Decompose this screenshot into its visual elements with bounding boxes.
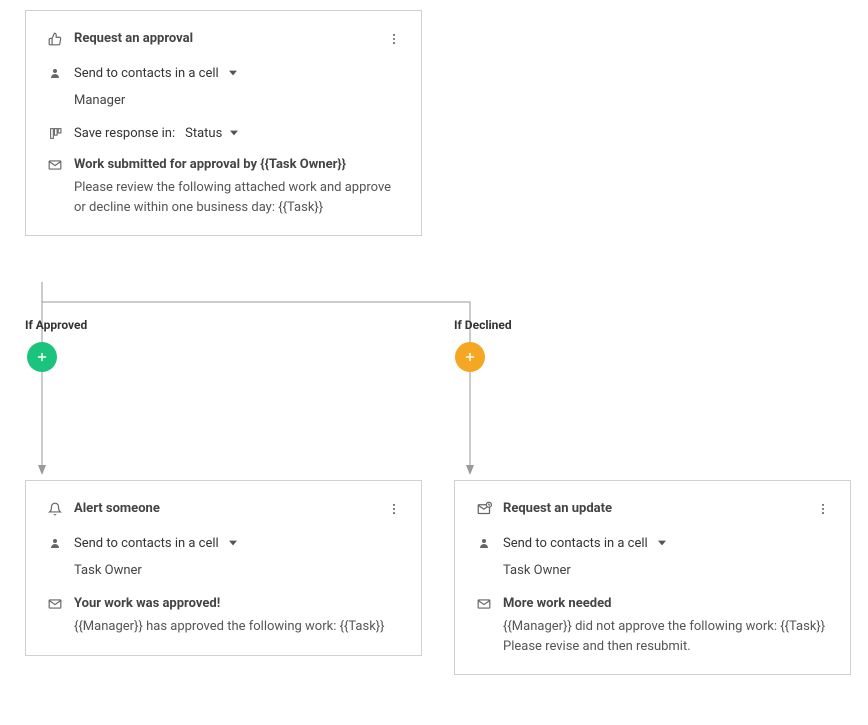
update-message-subject: More work needed	[503, 596, 830, 611]
alert-send-target: Task Owner	[74, 563, 401, 578]
add-declined-step-button[interactable]	[455, 342, 485, 372]
update-send-target: Task Owner	[503, 563, 830, 578]
update-card-title: Request an update	[503, 501, 816, 516]
alert-send-to-picker[interactable]: Send to contacts in a cell	[74, 536, 237, 551]
person-icon	[46, 66, 64, 79]
branch-declined-label: If Declined	[454, 318, 512, 332]
update-send-to-picker[interactable]: Send to contacts in a cell	[503, 536, 666, 551]
approval-send-to-picker[interactable]: Send to contacts in a cell	[74, 66, 237, 81]
branch-approved-label: If Approved	[25, 318, 87, 332]
workflow-canvas: Request an approval Send to contacts in …	[0, 0, 868, 725]
approval-card-title: Request an approval	[74, 31, 387, 46]
alert-message-subject: Your work was approved!	[74, 596, 401, 611]
update-card[interactable]: Request an update Send to contacts in a …	[454, 480, 851, 675]
bell-icon	[46, 502, 64, 516]
update-request-icon	[475, 501, 493, 516]
alert-card[interactable]: Alert someone Send to contacts in a cell…	[25, 480, 422, 656]
update-more-button[interactable]	[816, 502, 830, 516]
column-icon	[46, 127, 64, 140]
save-response-label: Save response in:	[74, 126, 175, 141]
approval-message-body: Please review the following attached wor…	[74, 178, 401, 217]
alert-more-button[interactable]	[387, 502, 401, 516]
envelope-icon	[46, 157, 64, 172]
save-response-field-picker[interactable]: Status	[185, 126, 238, 141]
approval-message-subject: Work submitted for approval by {{Task Ow…	[74, 157, 401, 172]
add-approved-step-button[interactable]	[27, 342, 57, 372]
approval-send-target: Manager	[74, 93, 401, 108]
alert-message-body: {{Manager}} has approved the following w…	[74, 617, 401, 637]
envelope-icon	[475, 596, 493, 611]
person-icon	[46, 536, 64, 549]
caret-down-icon	[229, 66, 237, 81]
thumbs-up-icon	[46, 32, 64, 46]
approval-more-button[interactable]	[387, 32, 401, 46]
caret-down-icon	[229, 536, 237, 551]
update-message-body: {{Manager}} did not approve the followin…	[503, 617, 830, 656]
alert-card-title: Alert someone	[74, 501, 387, 516]
person-icon	[475, 536, 493, 549]
caret-down-icon	[230, 126, 238, 141]
caret-down-icon	[658, 536, 666, 551]
envelope-icon	[46, 596, 64, 611]
approval-card[interactable]: Request an approval Send to contacts in …	[25, 10, 422, 236]
